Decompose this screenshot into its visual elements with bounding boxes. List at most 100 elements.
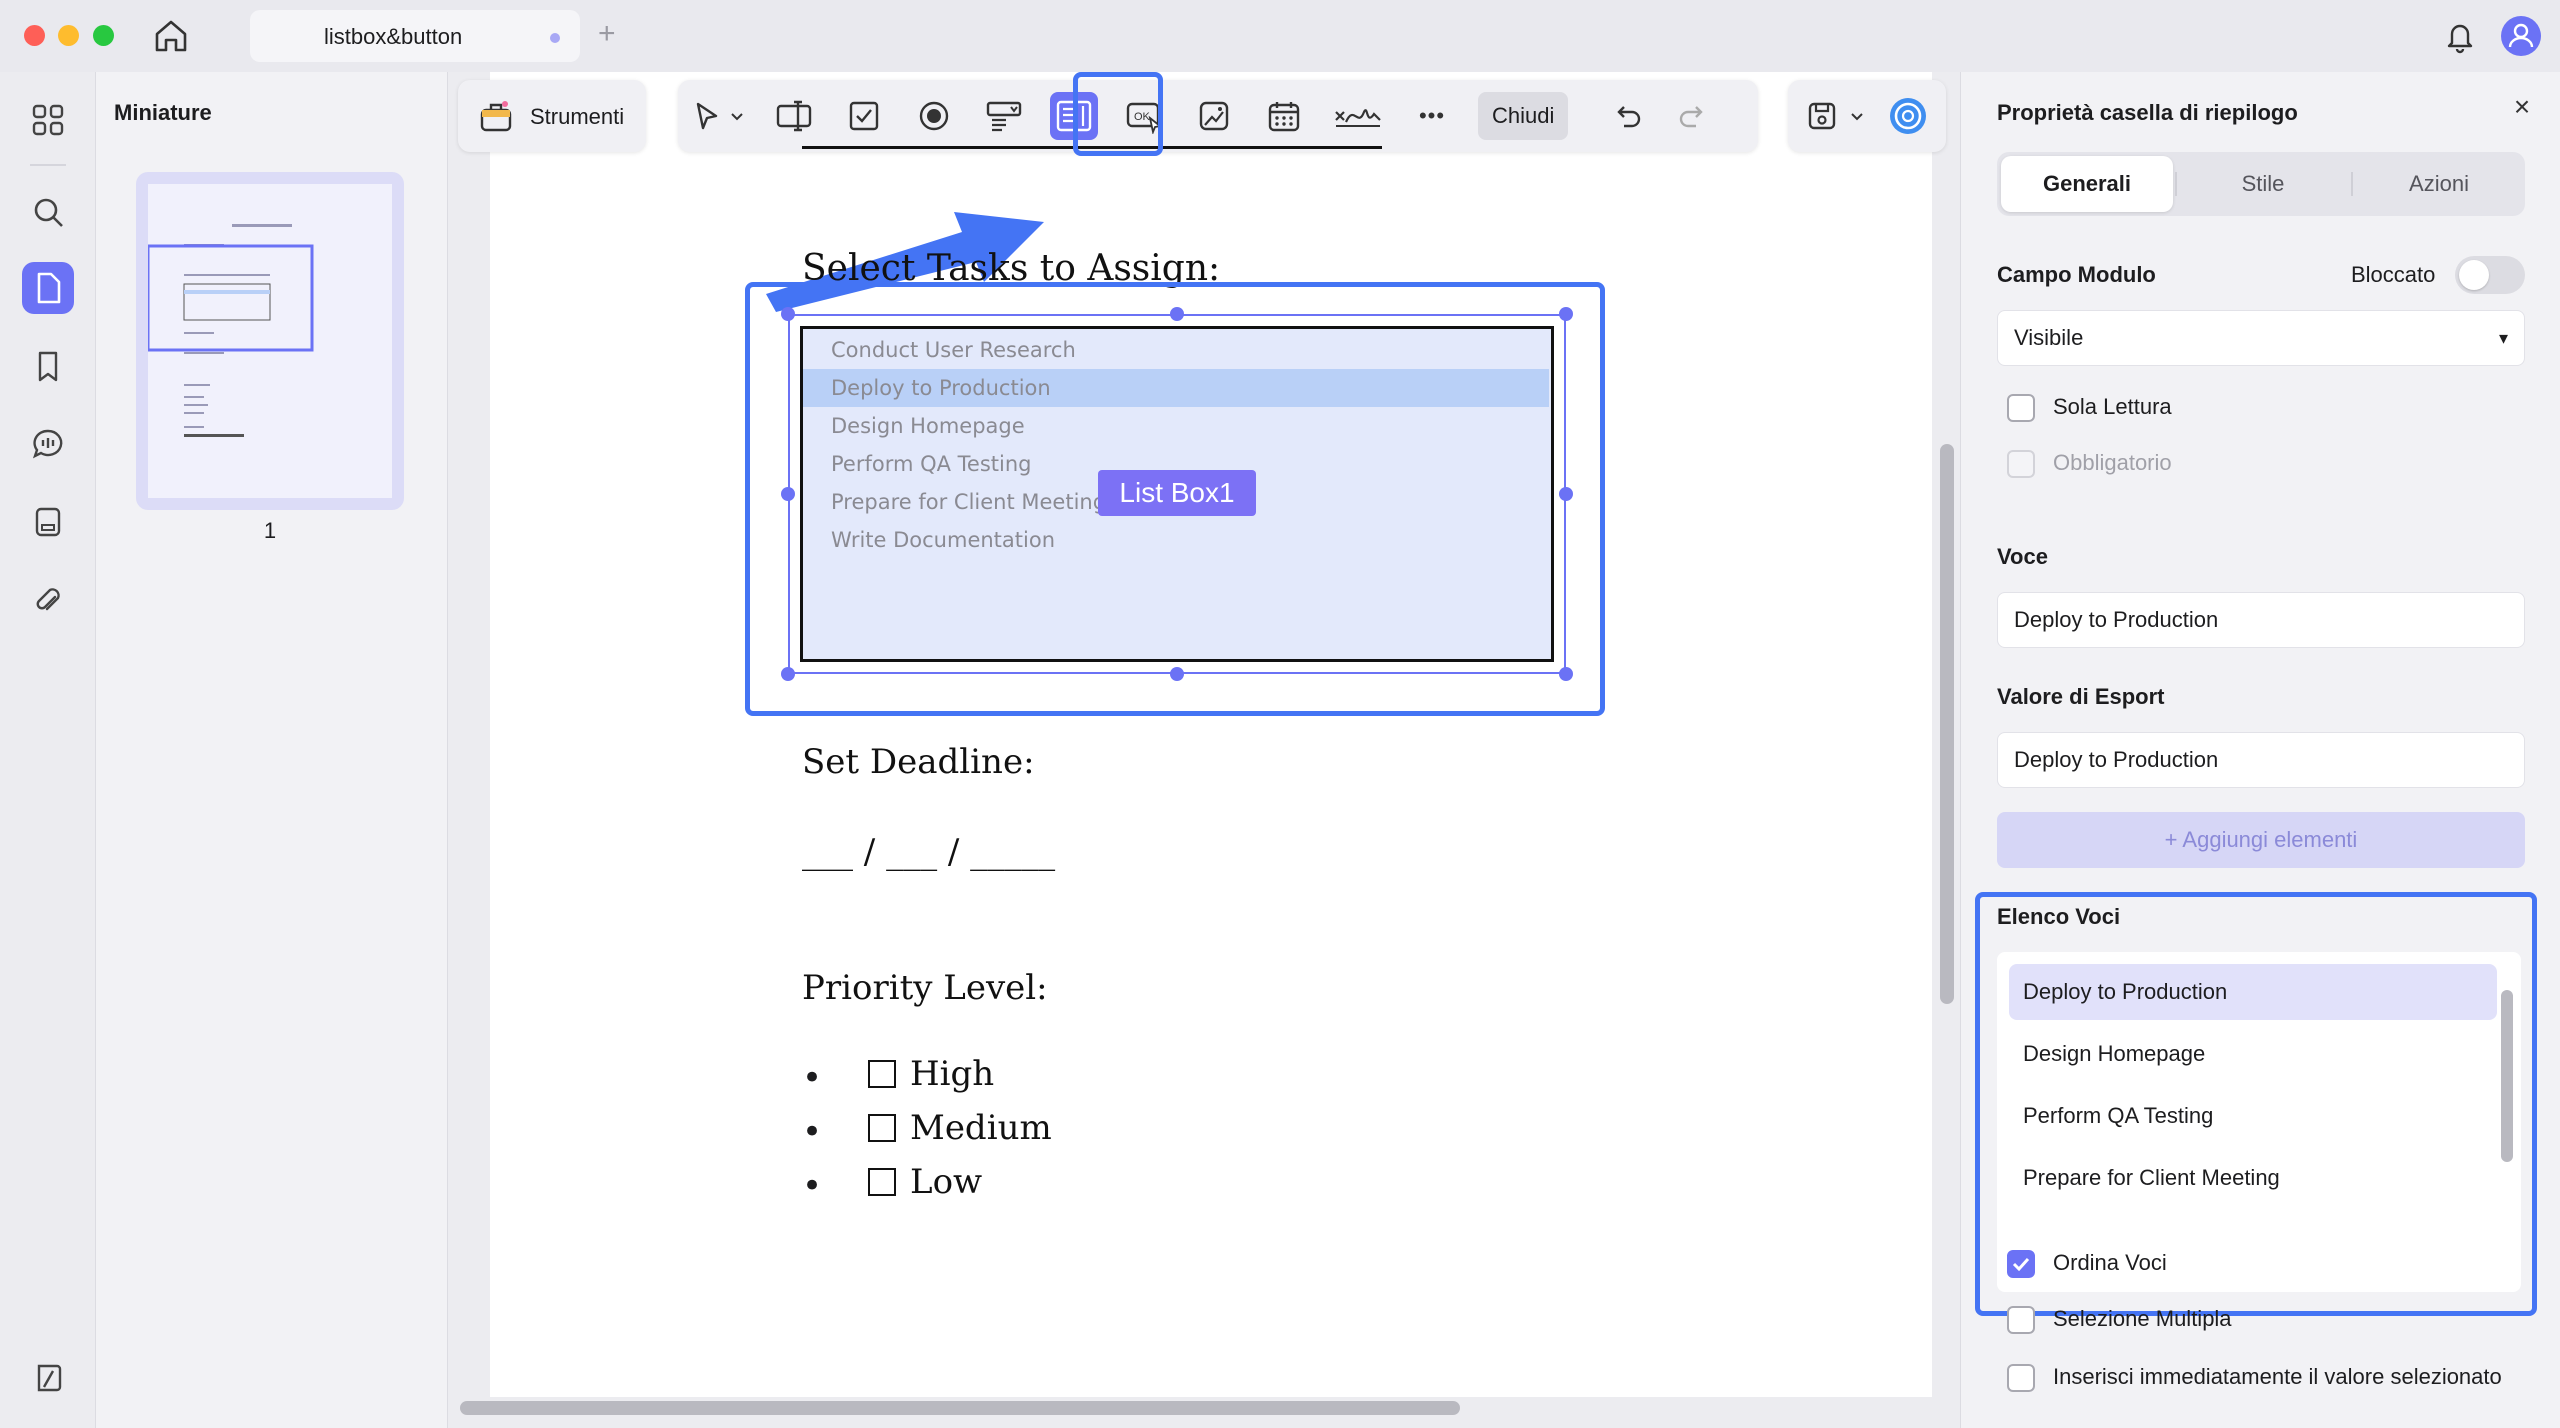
comment-icon[interactable] (22, 418, 74, 470)
ordina-checkbox[interactable] (2007, 1250, 2035, 1278)
tab-generali[interactable]: Generali (2001, 156, 2173, 212)
bloccato-label: Bloccato (2351, 262, 2436, 287)
listbox-item-selected[interactable]: Deploy to Production (803, 369, 1549, 407)
tab-azioni[interactable]: Azioni (2353, 156, 2525, 212)
field-name-tag: List Box1 (1098, 470, 1256, 516)
zoom-window-button[interactable] (93, 25, 114, 46)
checkbox-glyph (868, 1168, 896, 1196)
obbligatorio-checkbox[interactable] (2007, 450, 2035, 478)
resize-handle[interactable] (781, 667, 795, 681)
attachment-icon[interactable] (22, 574, 74, 626)
deadline-blanks: ___ / ___ / _____ (802, 832, 1056, 872)
more-icon[interactable]: ••• (1408, 92, 1456, 140)
priority-label: Medium (910, 1108, 1052, 1148)
list-item[interactable]: Prepare for Client Meeting (2009, 1150, 2497, 1206)
listbox-item[interactable]: Write Documentation (803, 521, 1549, 559)
bell-icon[interactable] (2440, 16, 2480, 56)
resize-handle[interactable] (1170, 667, 1184, 681)
chevron-down-icon[interactable] (722, 92, 752, 140)
home-icon[interactable] (150, 16, 192, 56)
close-window-button[interactable] (24, 25, 45, 46)
priority-label: Low (910, 1162, 983, 1202)
listbox-item[interactable]: Design Homepage (803, 407, 1549, 445)
save-group (1788, 80, 1946, 152)
valore-input[interactable]: Deploy to Production (1997, 732, 2525, 788)
resize-handle[interactable] (781, 487, 795, 501)
page-thumbnail[interactable] (136, 172, 404, 510)
add-items-button[interactable]: + Aggiungi elementi (1997, 812, 2525, 868)
rail-divider (30, 164, 66, 166)
inserisci-checkbox[interactable] (2007, 1364, 2035, 1392)
bullet-icon: • (802, 1112, 823, 1152)
close-form-mode-button[interactable]: Chiudi (1478, 92, 1569, 140)
pages-icon[interactable] (22, 262, 74, 314)
bullet-icon: • (802, 1058, 823, 1098)
caret-down-icon: ▾ (2498, 328, 2508, 348)
ordina-label: Ordina Voci (2053, 1250, 2167, 1275)
new-tab-button[interactable]: + (598, 16, 616, 52)
voce-label: Voce (1997, 544, 2048, 569)
resize-handle[interactable] (781, 307, 795, 321)
save-icon[interactable] (1798, 92, 1846, 140)
checkbox-glyph (868, 1114, 896, 1142)
resize-handle[interactable] (1170, 307, 1184, 321)
valore-label: Valore di Esport (1997, 684, 2165, 709)
title-bar: listbox&button + (0, 0, 2560, 72)
listbox-item[interactable]: Conduct User Research (803, 331, 1549, 369)
priority-label: High (910, 1054, 995, 1094)
selezione-checkbox[interactable] (2007, 1306, 2035, 1334)
horizontal-scrollbar[interactable] (460, 1401, 1460, 1415)
user-avatar[interactable] (2501, 16, 2541, 56)
toolbox-icon[interactable] (472, 92, 520, 140)
list-item[interactable]: Design Homepage (2009, 1026, 2497, 1082)
voce-input[interactable]: Deploy to Production (1997, 592, 2525, 648)
unsaved-indicator (550, 33, 560, 43)
redo-icon[interactable] (1668, 92, 1716, 140)
left-rail (0, 72, 96, 1428)
heading-priority: Priority Level: (802, 968, 1048, 1008)
elenco-voci-list[interactable]: Deploy to Production Design Homepage Per… (1997, 952, 2521, 1292)
priority-option: • Low (802, 1160, 1202, 1214)
inserisci-label: Inserisci immediatamente il valore selez… (2053, 1364, 2502, 1389)
chevron-down-icon[interactable] (1844, 92, 1870, 140)
radio-button-icon[interactable] (910, 92, 958, 140)
resize-handle[interactable] (1559, 667, 1573, 681)
list-item[interactable]: Perform QA Testing (2009, 1088, 2497, 1144)
obbligatorio-label: Obbligatorio (2053, 450, 2172, 475)
signature-icon[interactable] (1330, 92, 1386, 140)
priority-option: • Medium (802, 1106, 1202, 1160)
checkbox-icon[interactable] (840, 92, 888, 140)
combo-box-icon[interactable] (980, 92, 1028, 140)
undo-icon[interactable] (1604, 92, 1652, 140)
form-toolbar: Strumenti OK ••• Chiudi (458, 76, 1948, 156)
heading-deadline: Set Deadline: (802, 742, 1035, 782)
visibility-value: Visibile (2014, 325, 2084, 350)
date-field-icon[interactable] (1260, 92, 1308, 140)
form-icon[interactable] (22, 496, 74, 548)
list-scrollbar[interactable] (2501, 990, 2513, 1162)
image-field-icon[interactable] (1190, 92, 1238, 140)
document-area: Strumenti OK ••• Chiudi Select Tasks to … (448, 72, 1960, 1428)
minimize-window-button[interactable] (58, 25, 79, 46)
bullet-icon: • (802, 1166, 823, 1206)
tools-label[interactable]: Strumenti (530, 104, 624, 130)
close-icon[interactable]: × (2505, 90, 2539, 124)
priority-option: • High (802, 1052, 1202, 1106)
ai-assistant-icon[interactable] (1884, 92, 1932, 140)
resize-handle[interactable] (1559, 487, 1573, 501)
text-field-icon[interactable] (770, 92, 818, 140)
document-tab[interactable]: listbox&button (250, 10, 580, 62)
resize-handle[interactable] (1559, 307, 1573, 321)
search-icon[interactable] (22, 186, 74, 238)
sola-lettura-label: Sola Lettura (2053, 394, 2172, 419)
vertical-scrollbar[interactable] (1940, 444, 1954, 1004)
grid-view-icon[interactable] (22, 94, 74, 146)
sola-lettura-checkbox[interactable] (2007, 394, 2035, 422)
bookmark-icon[interactable] (22, 340, 74, 392)
list-item[interactable]: Deploy to Production (2009, 964, 2497, 1020)
sidebar-toggle-icon[interactable] (22, 1352, 74, 1404)
visibility-select[interactable]: Visibile ▾ (1997, 310, 2525, 366)
checkbox-glyph (868, 1060, 896, 1088)
tab-stile[interactable]: Stile (2177, 156, 2349, 212)
bloccato-toggle[interactable] (2455, 256, 2525, 294)
